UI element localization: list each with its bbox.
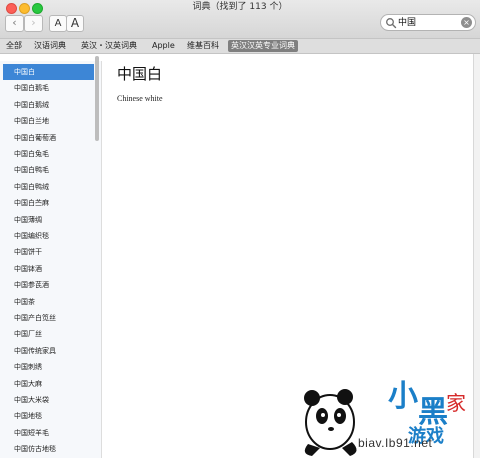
decrease-font-button[interactable]: A — [49, 15, 67, 32]
result-list-item[interactable]: 中国大米袋 — [3, 392, 94, 408]
tab-professional-dictionary[interactable]: 英汉汉英专业词典 — [228, 40, 298, 52]
svg-text:小: 小 — [388, 379, 418, 414]
result-list-item[interactable]: 中国白鹅毛 — [3, 80, 94, 96]
result-list-item[interactable]: 中国地毯 — [3, 408, 94, 424]
tab-apple[interactable]: Apple — [152, 40, 175, 52]
result-list-item[interactable]: 中国茶 — [3, 294, 94, 310]
chevron-right-icon: › — [31, 16, 36, 29]
results-sidebar: 中国白 中国白鹅毛 中国白鹅绒 中国白兰地 中国白葡萄酒 中国白兔毛 中国白鸭毛 中国白鸭绒中… — [0, 61, 102, 458]
back-button[interactable]: ‹ — [5, 15, 24, 32]
window-title: 词典（找到了 113 个） — [192, 2, 288, 12]
result-list-item[interactable]: 中国白鹅绒 — [3, 97, 94, 113]
navigation-buttons: ‹ › — [5, 15, 43, 32]
increase-font-button[interactable]: A — [66, 15, 84, 32]
result-list-item[interactable]: 中国白鸭毛 — [3, 162, 94, 178]
result-list-item[interactable]: 中国白兔毛 — [3, 146, 94, 162]
site-watermark: 小 黑 家 游戏 biav.Ib91.net — [290, 372, 480, 458]
result-list-item[interactable]: 中国饼干 — [3, 244, 94, 260]
search-field[interactable]: 中国 × — [380, 14, 476, 31]
result-list-item[interactable]: 中国钵酒 — [3, 261, 94, 277]
dictionary-tab-bar: 全部 汉语词典 英汉・汉英词典 Apple 维基百科 英汉汉英专业词典 — [0, 39, 480, 54]
forward-button[interactable]: › — [24, 15, 43, 32]
tab-chinese-dictionary[interactable]: 汉语词典 — [34, 40, 66, 52]
result-list-item[interactable]: 中国短羊毛 — [3, 425, 94, 441]
result-list-item[interactable]: 中国白兰地 — [3, 113, 94, 129]
result-list-item[interactable]: 中国刺绣 — [3, 359, 94, 375]
title-bar: 词典（找到了 113 个） ‹ › A A 中国 × — [0, 0, 480, 39]
result-list-item[interactable]: 中国白葡萄酒 — [3, 130, 94, 146]
search-icon — [386, 18, 397, 29]
watermark-domain: biav.Ib91.net — [358, 436, 433, 450]
entry-headword: 中国白 — [117, 65, 163, 83]
clear-search-icon[interactable]: × — [461, 17, 472, 28]
result-list-item[interactable]: 中国白鸭绒 — [3, 179, 94, 195]
result-list-item[interactable]: 中国仿古地毯 — [3, 441, 94, 457]
svg-text:家: 家 — [446, 391, 466, 415]
tab-english-chinese-dictionary[interactable]: 英汉・汉英词典 — [81, 40, 137, 52]
result-list-item[interactable]: 中国编织毯 — [3, 228, 94, 244]
result-list-item[interactable]: 中国薄绸 — [3, 212, 94, 228]
result-list-item[interactable]: 中国厂丝 — [3, 326, 94, 342]
tab-all[interactable]: 全部 — [6, 40, 22, 52]
svg-text:黑: 黑 — [418, 395, 448, 430]
result-list-item[interactable]: 中国传统家具 — [3, 343, 94, 359]
tab-wikipedia[interactable]: 维基百科 — [187, 40, 219, 52]
result-list-item[interactable]: 中国白 — [3, 64, 94, 80]
result-list-item[interactable]: 中国参芪酒 — [3, 277, 94, 293]
chevron-left-icon: ‹ — [12, 16, 17, 29]
entry-definition: Chinese white — [117, 94, 163, 103]
search-input[interactable]: 中国 — [398, 16, 416, 30]
result-list-item[interactable]: 中国白苎麻 — [3, 195, 94, 211]
sidebar-scrollbar[interactable] — [95, 56, 99, 141]
result-list-item[interactable]: 中国大麻 — [3, 376, 94, 392]
result-list-item[interactable]: 中国产白笕丝 — [3, 310, 94, 326]
